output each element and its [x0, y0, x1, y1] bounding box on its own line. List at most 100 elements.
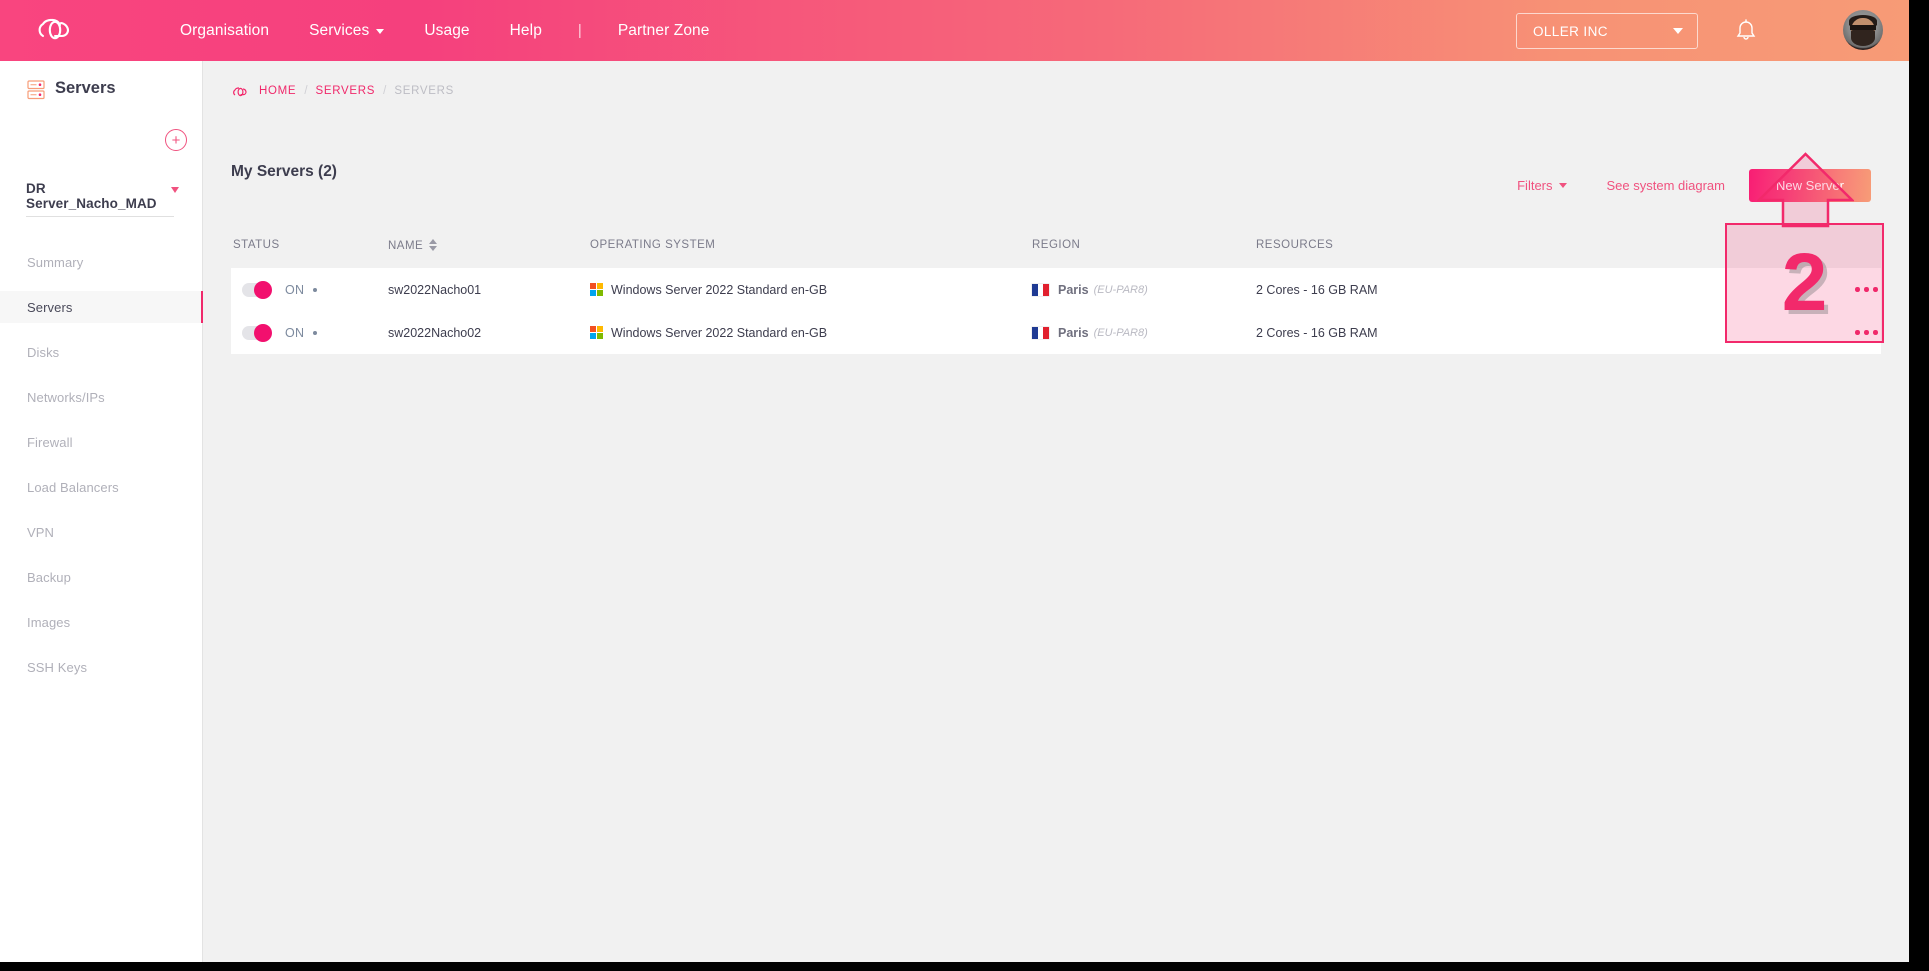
os-name: Windows Server 2022 Standard en-GB: [611, 282, 828, 297]
more-options-icon[interactable]: [1855, 287, 1878, 292]
see-system-diagram-link[interactable]: See system diagram: [1607, 178, 1726, 193]
avatar-beard: [1851, 30, 1875, 46]
server-resources: 2 Cores - 16 GB RAM: [1256, 325, 1378, 340]
nav-item-partner-zone[interactable]: Partner Zone: [598, 22, 730, 40]
add-server-button[interactable]: +: [165, 129, 187, 151]
nav-item-services[interactable]: Services: [289, 22, 404, 40]
filters-button[interactable]: Filters: [1517, 178, 1567, 193]
sidebar-item-networks-ips[interactable]: Networks/IPs: [0, 381, 203, 413]
toggle-knob: [254, 280, 272, 299]
breadcrumb-item-home[interactable]: HOME: [259, 85, 296, 97]
sidebar-item-ssh-keys[interactable]: SSH Keys: [0, 651, 203, 683]
sidebar-item-firewall[interactable]: Firewall: [0, 426, 203, 458]
nav-item-usage[interactable]: Usage: [404, 22, 489, 40]
cell-actions: [1855, 311, 1878, 354]
region-city: Paris: [1058, 325, 1089, 340]
windows-logo-icon: [590, 283, 603, 296]
sidebar-item-label: Summary: [27, 254, 84, 270]
cell-region: Paris (EU-PAR8): [1032, 311, 1148, 354]
france-flag-icon: [1032, 283, 1050, 296]
column-header-name[interactable]: NAME: [388, 239, 438, 252]
nav-label: Help: [509, 21, 542, 39]
server-name: sw2022Nacho01: [388, 282, 482, 297]
cell-name[interactable]: sw2022Nacho01: [388, 268, 481, 311]
sidebar-item-disks[interactable]: Disks: [0, 336, 203, 368]
filters-label: Filters: [1517, 178, 1553, 193]
organisation-selector[interactable]: OLLER INC: [1516, 13, 1698, 49]
breadcrumb-separator: /: [304, 85, 308, 97]
primary-navigation: Organisation Services Usage Help | Partn…: [160, 0, 730, 61]
cell-status: ON: [242, 311, 318, 354]
column-header-region: REGION: [1032, 239, 1081, 251]
sidebar-item-images[interactable]: Images: [0, 606, 203, 638]
top-header-bar: Organisation Services Usage Help | Partn…: [0, 0, 1909, 61]
sidebar-item-label: Servers: [27, 299, 73, 315]
table-row[interactable]: ON sw2022Nacho01 Windows Server 2022 Sta…: [231, 268, 1881, 311]
region-city: Paris: [1058, 282, 1089, 297]
cell-actions: [1855, 268, 1878, 311]
sidebar-item-label: Networks/IPs: [27, 389, 105, 405]
os-name: Windows Server 2022 Standard en-GB: [611, 325, 828, 340]
sidebar-item-load-balancers[interactable]: Load Balancers: [0, 471, 203, 503]
sidebar-item-vpn[interactable]: VPN: [0, 516, 203, 548]
sidebar-item-servers[interactable]: Servers: [0, 291, 203, 323]
status-label: ON: [285, 325, 305, 340]
status-toggle[interactable]: [242, 323, 272, 342]
status-toggle[interactable]: [242, 280, 272, 299]
nav-label: Organisation: [180, 21, 270, 39]
chevron-down-icon: [376, 29, 385, 34]
sidebar-item-summary[interactable]: Summary: [0, 246, 203, 278]
nav-separator: |: [577, 22, 582, 39]
content-toolbar: Filters See system diagram New Server: [1517, 169, 1871, 202]
column-header-status: STATUS: [233, 239, 280, 251]
project-selector[interactable]: DR Server_Nacho_MAD: [26, 181, 179, 217]
region-code: (EU-PAR8): [1093, 283, 1148, 296]
new-server-button[interactable]: New Server: [1749, 169, 1871, 202]
nav-item-organisation[interactable]: Organisation: [160, 22, 289, 40]
sort-indicator-icon: [429, 239, 438, 251]
status-label: ON: [285, 282, 305, 297]
cell-os: Windows Server 2022 Standard en-GB: [590, 268, 827, 311]
breadcrumb-separator: /: [383, 85, 387, 97]
toggle-knob: [254, 323, 272, 342]
cell-status: ON: [242, 268, 318, 311]
cell-name[interactable]: sw2022Nacho02: [388, 311, 481, 354]
column-header-resources: RESOURCES: [1256, 239, 1334, 251]
user-avatar[interactable]: [1843, 10, 1883, 50]
sidebar: Servers + DR Server_Nacho_MAD Summary Se…: [0, 61, 203, 962]
organisation-selector-value: OLLER INC: [1533, 23, 1608, 39]
table-header: STATUS NAME OPERATING SYSTEM REGION RESO…: [231, 239, 1881, 265]
sidebar-item-backup[interactable]: Backup: [0, 561, 203, 593]
bell-icon[interactable]: [1734, 18, 1758, 44]
cell-os: Windows Server 2022 Standard en-GB: [590, 311, 827, 354]
sidebar-section-title: Servers: [55, 79, 116, 97]
breadcrumb-item-servers[interactable]: SERVERS: [316, 85, 376, 97]
more-options-icon[interactable]: [1855, 330, 1878, 335]
cell-resources: 2 Cores - 16 GB RAM: [1256, 268, 1378, 311]
sidebar-item-label: VPN: [27, 524, 55, 540]
nav-label: Usage: [424, 21, 470, 39]
server-name: sw2022Nacho02: [388, 325, 482, 340]
column-header-name-label: NAME: [388, 240, 424, 252]
france-flag-icon: [1032, 326, 1050, 339]
sidebar-item-label: Load Balancers: [27, 479, 119, 495]
status-indicator-dot: [313, 288, 318, 292]
application-window: Organisation Services Usage Help | Partn…: [0, 0, 1909, 962]
cloud-logo-icon[interactable]: [34, 16, 80, 44]
sidebar-item-label: Firewall: [27, 434, 73, 450]
servers-table-body: ON sw2022Nacho01 Windows Server 2022 Sta…: [231, 268, 1881, 354]
breadcrumb: HOME / SERVERS / SERVERS: [231, 85, 454, 97]
cloud-logo-icon: [231, 85, 251, 97]
table-row[interactable]: ON sw2022Nacho02 Windows Server 2022 Sta…: [231, 311, 1881, 354]
cell-resources: 2 Cores - 16 GB RAM: [1256, 311, 1378, 354]
nav-label: Services: [309, 21, 370, 39]
sidebar-navigation: Summary Servers Disks Networks/IPs Firew…: [0, 246, 203, 683]
windows-logo-icon: [590, 326, 603, 339]
sidebar-item-label: Disks: [27, 344, 60, 360]
nav-item-help[interactable]: Help: [490, 22, 562, 40]
status-indicator-dot: [313, 331, 318, 335]
server-resources: 2 Cores - 16 GB RAM: [1256, 282, 1378, 297]
column-header-os: OPERATING SYSTEM: [590, 239, 716, 251]
chevron-down-icon: [171, 187, 179, 193]
server-rack-icon: [27, 80, 45, 100]
